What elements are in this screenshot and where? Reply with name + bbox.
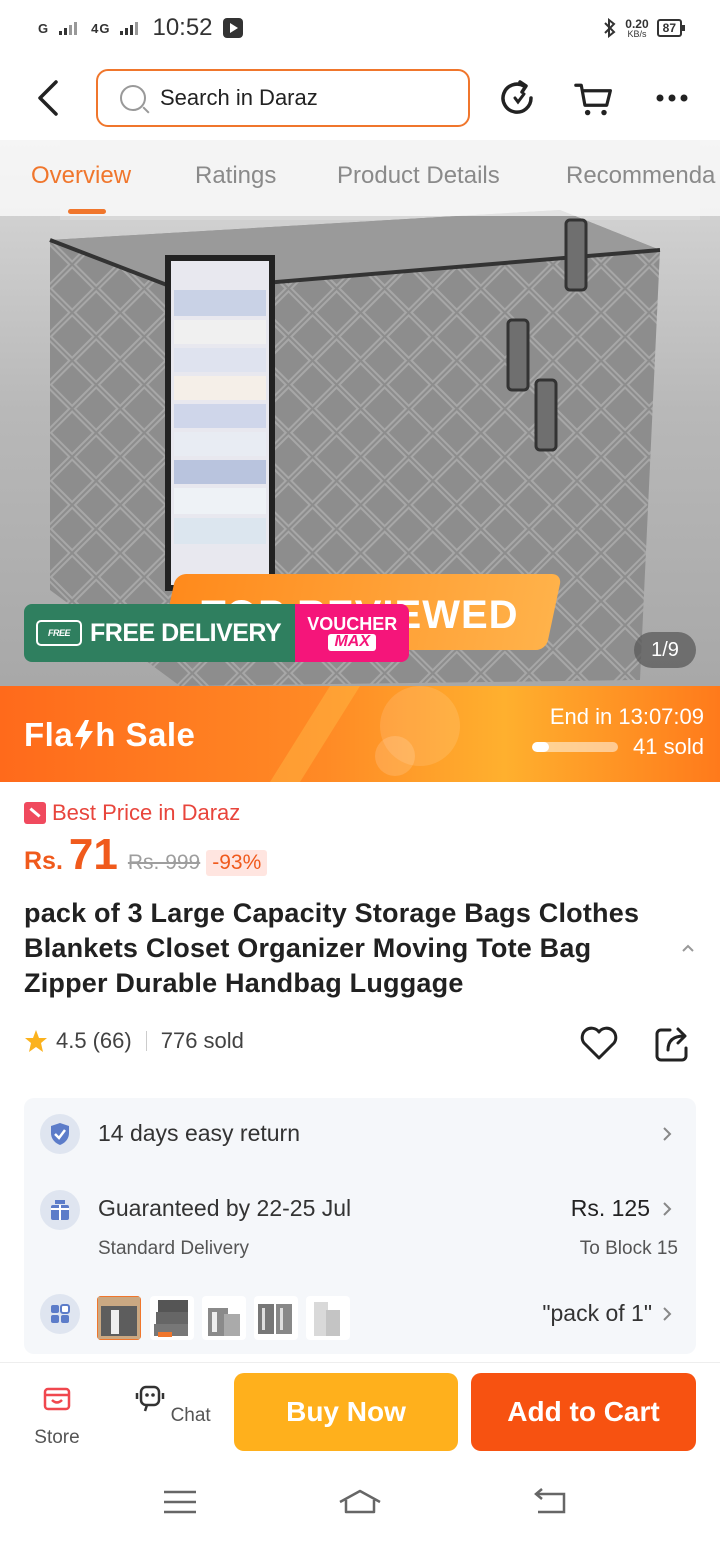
search-icon bbox=[120, 85, 146, 111]
variant-selected[interactable]: "pack of 1" bbox=[542, 1300, 652, 1327]
sold-count: 776 sold bbox=[160, 1028, 244, 1053]
delivery-guarantee-text[interactable]: Guaranteed by 22-25 Jul bbox=[98, 1195, 351, 1222]
flash-sale-progress bbox=[532, 742, 618, 752]
top-navigation: Search in Daraz bbox=[0, 56, 720, 140]
notification-play-icon bbox=[222, 18, 243, 38]
free-tag-text: FREE bbox=[47, 628, 71, 638]
more-icon[interactable] bbox=[652, 76, 692, 120]
variant-thumbnail[interactable] bbox=[150, 1296, 194, 1340]
store-button[interactable]: Store bbox=[17, 1383, 97, 1449]
original-price: Rs. 999 bbox=[127, 851, 201, 874]
signal-4g-icon bbox=[120, 22, 139, 35]
chat-button[interactable]: Chat bbox=[133, 1383, 213, 1427]
delivery-type: Standard Delivery bbox=[98, 1238, 250, 1259]
discount-badge: -93% bbox=[206, 850, 268, 876]
signal-icon bbox=[59, 22, 78, 35]
status-bar: G 4G 10:52 0.20 KB/s 87 bbox=[0, 0, 720, 56]
home-icon[interactable] bbox=[336, 1486, 384, 1518]
flash-sale-progress-fill bbox=[532, 742, 550, 752]
search-input[interactable]: Search in Daraz bbox=[96, 69, 470, 127]
return-policy-text[interactable]: 14 days easy return bbox=[98, 1120, 300, 1147]
signal-1-label: G bbox=[38, 20, 50, 36]
chevron-right-icon[interactable] bbox=[662, 1126, 672, 1142]
voucher-text: VOUCHER bbox=[307, 614, 398, 635]
flash-sale-sold: 41 sold bbox=[633, 734, 704, 759]
store-icon bbox=[43, 1387, 71, 1411]
rating-count: (66) bbox=[92, 1028, 132, 1053]
end-label: End in bbox=[549, 704, 613, 729]
variant-chevron-icon[interactable] bbox=[662, 1306, 672, 1322]
back-arrow-icon[interactable] bbox=[34, 78, 64, 118]
lightning-icon bbox=[75, 720, 94, 750]
bluetooth-icon bbox=[604, 18, 616, 38]
flash-title-part-b: h Sale bbox=[95, 716, 196, 753]
variant-thumbnail[interactable] bbox=[254, 1296, 298, 1340]
flash-sale-banner[interactable]: Fla h Sale End in 13:07:09 41 sold bbox=[0, 686, 720, 782]
max-text: MAX bbox=[328, 633, 376, 651]
trend-down-icon bbox=[24, 802, 46, 824]
gift-icon bbox=[40, 1190, 80, 1230]
back-nav-icon[interactable] bbox=[530, 1486, 568, 1518]
delivery-chevron-icon[interactable] bbox=[662, 1201, 672, 1217]
cart-icon[interactable] bbox=[574, 76, 614, 120]
bottom-action-bar: Store Chat Buy Now Add to Cart bbox=[0, 1362, 720, 1462]
menu-icon[interactable] bbox=[162, 1486, 198, 1518]
truck-icon: FREE bbox=[36, 620, 82, 646]
best-price-badge: Best Price in Daraz bbox=[24, 800, 240, 826]
variant-thumbnail[interactable] bbox=[306, 1296, 350, 1340]
share-icon[interactable] bbox=[654, 1024, 690, 1062]
network-speed-value: 0.20 bbox=[625, 16, 649, 31]
shield-check-icon bbox=[40, 1114, 80, 1154]
search-placeholder: Search in Daraz bbox=[160, 85, 318, 110]
store-label: Store bbox=[34, 1427, 80, 1448]
active-tab-indicator bbox=[68, 209, 106, 214]
variant-thumbnail[interactable] bbox=[97, 1296, 141, 1340]
chat-label: Chat bbox=[170, 1405, 211, 1426]
best-price-text: Best Price in Daraz bbox=[52, 800, 241, 825]
flash-sale-title: Fla h Sale bbox=[24, 716, 195, 754]
star-icon bbox=[25, 1030, 47, 1052]
flash-sale-countdown: End in 13:07:09 bbox=[550, 704, 704, 730]
free-delivery-badge: FREE FREE DELIVERY VOUCHER MAX bbox=[24, 604, 410, 662]
chat-icon bbox=[136, 1385, 165, 1412]
grid-icon bbox=[40, 1294, 80, 1334]
image-pager: 1/9 bbox=[634, 632, 696, 668]
delivery-price: Rs. 125 bbox=[570, 1195, 650, 1221]
free-delivery-section: FREE FREE DELIVERY bbox=[24, 604, 296, 662]
tab-ratings[interactable]: Ratings bbox=[195, 162, 276, 190]
tab-recommendations[interactable]: Recommenda bbox=[566, 162, 715, 190]
buy-now-button[interactable]: Buy Now bbox=[234, 1373, 458, 1451]
rating-row[interactable]: 4.5 (66) 776 sold bbox=[24, 1028, 244, 1054]
end-time: 13:07:09 bbox=[618, 704, 704, 729]
heart-icon[interactable] bbox=[578, 1022, 620, 1064]
product-title: pack of 3 Large Capacity Storage Bags Cl… bbox=[24, 898, 640, 998]
refresh-icon[interactable] bbox=[498, 76, 538, 120]
clock: 10:52 bbox=[152, 14, 213, 41]
voucher-max-section: VOUCHER MAX bbox=[295, 604, 410, 662]
network-speed: 0.20 KB/s bbox=[625, 18, 648, 39]
price-value: 71 bbox=[68, 830, 118, 879]
variant-thumbnail[interactable] bbox=[202, 1296, 246, 1340]
system-navigation-bar bbox=[0, 1462, 720, 1544]
tab-product-details[interactable]: Product Details bbox=[337, 162, 500, 190]
delivery-destination: To Block 15 bbox=[579, 1238, 678, 1259]
price-currency: Rs. bbox=[24, 847, 63, 875]
free-delivery-text: FREE DELIVERY bbox=[90, 618, 282, 647]
flash-title-part-a: Fla bbox=[24, 716, 74, 753]
chevron-up-icon[interactable] bbox=[680, 940, 696, 956]
tab-overview[interactable]: Overview bbox=[31, 162, 131, 190]
signal-2-label: 4G bbox=[91, 20, 111, 36]
rating-value: 4.5 bbox=[56, 1028, 87, 1053]
price-row: Rs. 71 Rs. 999 -93% bbox=[24, 830, 268, 880]
add-to-cart-button[interactable]: Add to Cart bbox=[471, 1373, 696, 1451]
section-tabs: Overview Ratings Product Details Recomme… bbox=[0, 140, 720, 216]
network-speed-unit: KB/s bbox=[627, 28, 647, 39]
battery-icon: 87 bbox=[656, 19, 686, 37]
rating-divider bbox=[145, 1031, 147, 1051]
